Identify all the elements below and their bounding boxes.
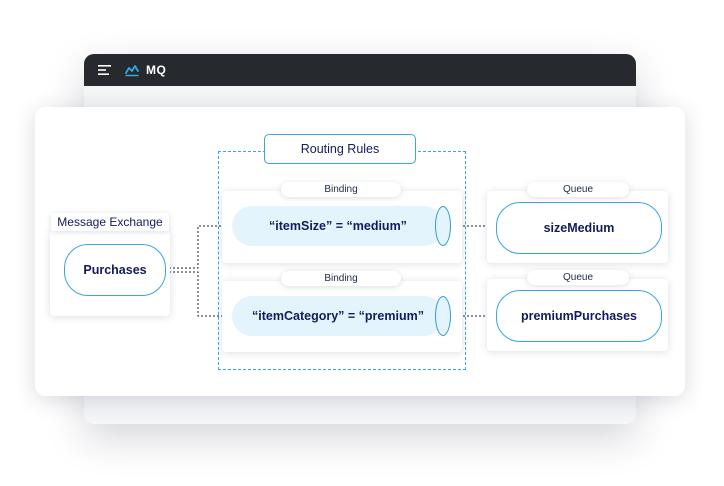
exchange-label: Message Exchange bbox=[51, 213, 169, 231]
binding-tab-1: Binding bbox=[281, 182, 401, 197]
queue-tab-2: Queue bbox=[527, 270, 629, 285]
binding-cap-2 bbox=[435, 296, 451, 336]
queue-premium-purchases[interactable]: premiumPurchases bbox=[496, 290, 662, 342]
routing-rules-label: Routing Rules bbox=[264, 134, 416, 164]
binding-rule-1[interactable]: “itemSize” = “medium” bbox=[232, 206, 444, 246]
binding-tab-2: Binding bbox=[281, 271, 401, 286]
queue-tab-1: Queue bbox=[527, 182, 629, 197]
binding-rule-2[interactable]: “itemCategory” = “premium” bbox=[232, 296, 444, 336]
queue-size-medium[interactable]: sizeMedium bbox=[496, 202, 662, 254]
exchange-purchases[interactable]: Purchases bbox=[64, 244, 166, 296]
binding-cap-1 bbox=[435, 206, 451, 246]
